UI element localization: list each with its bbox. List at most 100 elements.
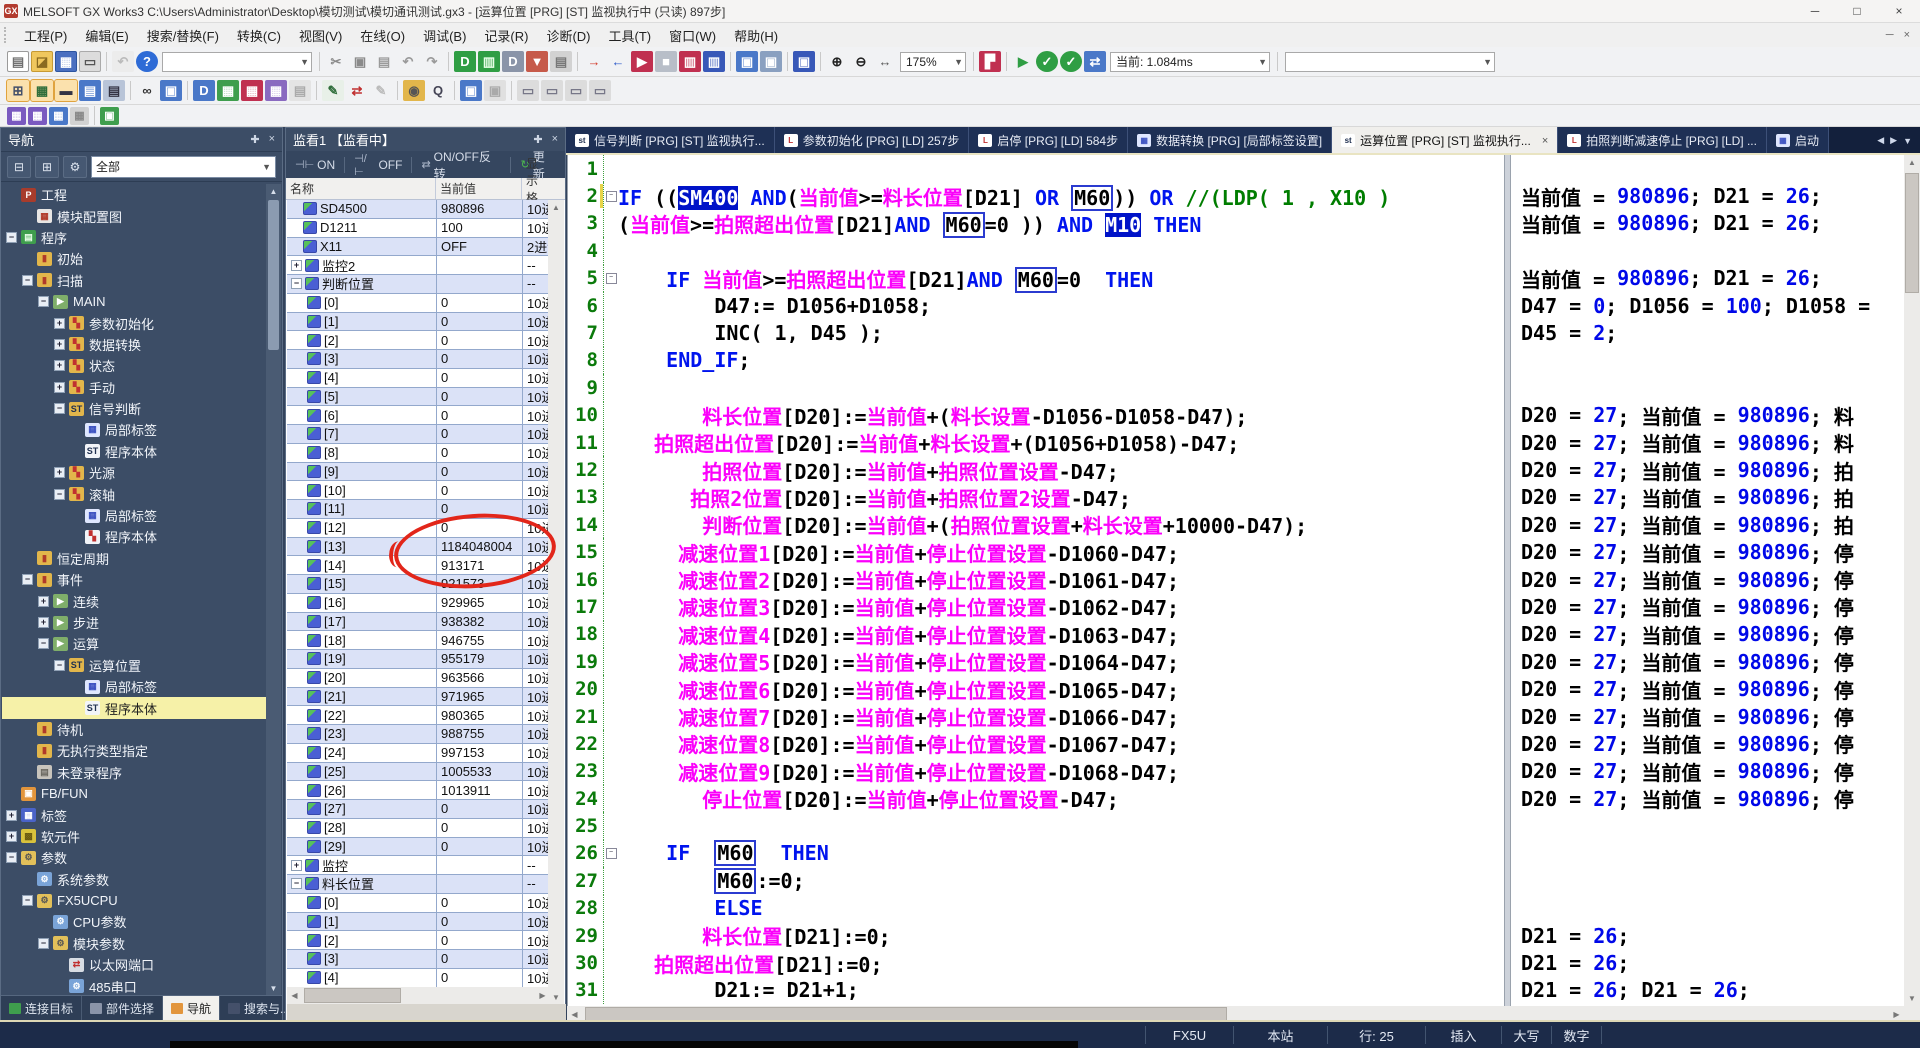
watch-current-value[interactable]: 955179 [437,650,523,669]
watch-row[interactable]: [25]100553310进制 [287,763,550,782]
watch-tool-OFF[interactable]: ⊣/⊢OFF [349,150,407,180]
watch-target-combo[interactable]: ▼ [1285,52,1495,72]
watch-current-value[interactable]: 100 [437,219,523,238]
docwin-2-icon[interactable]: ▭ [541,80,563,101]
watch-name-cell[interactable]: SD4500 [287,200,437,219]
watch-name-cell[interactable]: +监控 [287,856,437,875]
tree-item-无执行类型指定[interactable]: ▮无执行类型指定 [2,740,266,761]
watch-name-cell[interactable]: [16] [287,594,437,613]
watch-current-value[interactable]: 929965 [437,594,523,613]
tree-item-恒定周期[interactable]: ▮恒定周期 [2,548,266,569]
device-comment-icon[interactable]: D [454,51,476,72]
device-entry-icon[interactable]: D [502,51,524,72]
watch-row[interactable]: [26]101391110进制 [287,781,550,800]
watch-current-value[interactable]: 0 [437,481,523,500]
scroll-down-icon[interactable]: ▼ [1904,991,1920,1006]
tree-collapse-icon[interactable]: ⊟ [7,156,31,178]
watch-display-format[interactable]: 2进制 [523,238,550,257]
watch-current-value[interactable]: 0 [437,331,523,350]
tree-item-模块参数[interactable]: −⚙模块参数 [2,933,266,954]
tree-item-手动[interactable]: +▚手动 [2,377,266,398]
undo-icon[interactable]: ↶ [397,51,419,72]
scroll-right-icon[interactable]: ▶ [1889,1010,1904,1019]
watch-row[interactable]: +监控2-- [287,256,550,275]
watch-display-format[interactable]: 10进制 [523,350,550,369]
tree-item-标签[interactable]: +▦标签 [2,804,266,825]
write-to-plc-icon[interactable]: → [583,51,605,72]
open-file-icon[interactable]: ◪ [31,51,53,72]
watch-display-format[interactable]: 10进制 [523,444,550,463]
watch-name-cell[interactable]: [6] [287,406,437,425]
watch-name-cell[interactable]: −判断位置 [287,275,437,294]
menu-item-记录(R)[interactable]: 记录(R) [475,23,537,48]
watch-name-cell[interactable]: [4] [287,969,437,988]
tree-item-系统参数[interactable]: ⚙系统参数 [2,869,266,890]
tab-close-icon[interactable]: × [1542,135,1548,147]
watch-current-value[interactable]: 0 [437,388,523,407]
watch-current-value[interactable]: 963566 [437,669,523,688]
tree-item-连续[interactable]: +▶连续 [2,590,266,611]
watch-row[interactable]: [14]91317110进制 [287,556,550,575]
menu-item-调试(B)[interactable]: 调试(B) [414,23,475,48]
tab-scroll-icon[interactable]: ◀ [1877,135,1884,146]
watch-name-cell[interactable]: [28] [287,819,437,838]
watch-current-value[interactable]: 0 [437,894,523,913]
watch-current-value[interactable]: 0 [437,463,523,482]
collapse-icon[interactable]: − [54,403,65,414]
watch-name-cell[interactable]: [2] [287,931,437,950]
watch-display-format[interactable]: 10进制 [523,219,550,238]
watch-name-cell[interactable]: [0] [287,294,437,313]
watch-row[interactable]: [13]118404800410进制 [287,538,550,557]
new-file-icon[interactable]: ▤ [7,51,29,72]
watch-row[interactable]: [23]98875510进制 [287,725,550,744]
pin-icon[interactable]: ✚ [250,133,259,146]
watch-row[interactable]: [2]010进制 [287,931,550,950]
scroll-thumb[interactable] [1905,173,1919,293]
collapse-icon[interactable]: − [38,938,49,949]
tab-scroll-icon[interactable]: ▼ [1903,136,1912,146]
watch-current-value[interactable]: 0 [437,406,523,425]
watch-current-value[interactable]: 1184048004 [437,538,523,557]
watch-row[interactable]: [18]94675510进制 [287,631,550,650]
zoom-out-icon[interactable]: ⊖ [850,51,872,72]
collapse-icon[interactable]: − [22,895,33,906]
expand-icon[interactable]: + [6,810,17,821]
panel-tab-导航[interactable]: 导航 [163,996,220,1020]
watch-display-format[interactable]: 10进制 [523,538,550,557]
close-icon[interactable]: × [552,133,558,146]
expand-icon[interactable]: + [38,617,49,628]
nav-vertical-scrollbar[interactable]: ▲ ▼ [266,184,281,996]
expand-icon[interactable]: + [54,318,65,329]
watch-display-format[interactable]: 10进制 [523,725,550,744]
watch-name-cell[interactable]: [3] [287,350,437,369]
io-assign-icon[interactable]: ⇄ [346,80,368,101]
watch-name-cell[interactable]: [29] [287,838,437,857]
transfer-icon[interactable]: ⇄ [1084,51,1106,72]
watch-display-format[interactable]: 10进制 [523,650,550,669]
nav-filter-combo[interactable]: 全部▼ [91,156,276,178]
watch-display-format[interactable]: 10进制 [523,894,550,913]
watch-display-format[interactable]: 10进制 [523,481,550,500]
editor-vertical-scrollbar[interactable]: ▲ ▼ [1904,155,1920,1006]
window-cascade-icon[interactable]: ▣ [793,51,815,72]
menu-item-窗口(W)[interactable]: 窗口(W) [660,23,725,48]
watch-row[interactable]: [6]010进制 [287,406,550,425]
watch-current-value[interactable]: 1013911 [437,781,523,800]
fold-collapse-icon[interactable]: − [604,848,618,859]
tree-item-CPU参数[interactable]: ⚙CPU参数 [2,911,266,932]
scroll-up-icon[interactable]: ▲ [548,200,564,215]
tree-item-状态[interactable]: +▚状态 [2,355,266,376]
tree-item-滚轴[interactable]: −▚滚轴 [2,483,266,504]
watch-row[interactable]: [4]010进制 [287,369,550,388]
watch-horizontal-scrollbar[interactable]: ◀ ▶ [287,987,550,1004]
docwin-4-icon[interactable]: ▭ [589,80,611,101]
module-view-icon[interactable]: ▬ [55,80,77,101]
zoom-combo[interactable]: 175%▼ [900,52,966,72]
watch-name-cell[interactable]: [10] [287,481,437,500]
watch-current-value[interactable]: 0 [437,369,523,388]
paste-icon[interactable]: ▤ [373,51,395,72]
pin-icon[interactable]: ✚ [533,133,542,146]
watch-row[interactable]: [2]010进制 [287,331,550,350]
watch-row[interactable]: +监控-- [287,856,550,875]
minimize-button[interactable]: ─ [1794,0,1836,22]
